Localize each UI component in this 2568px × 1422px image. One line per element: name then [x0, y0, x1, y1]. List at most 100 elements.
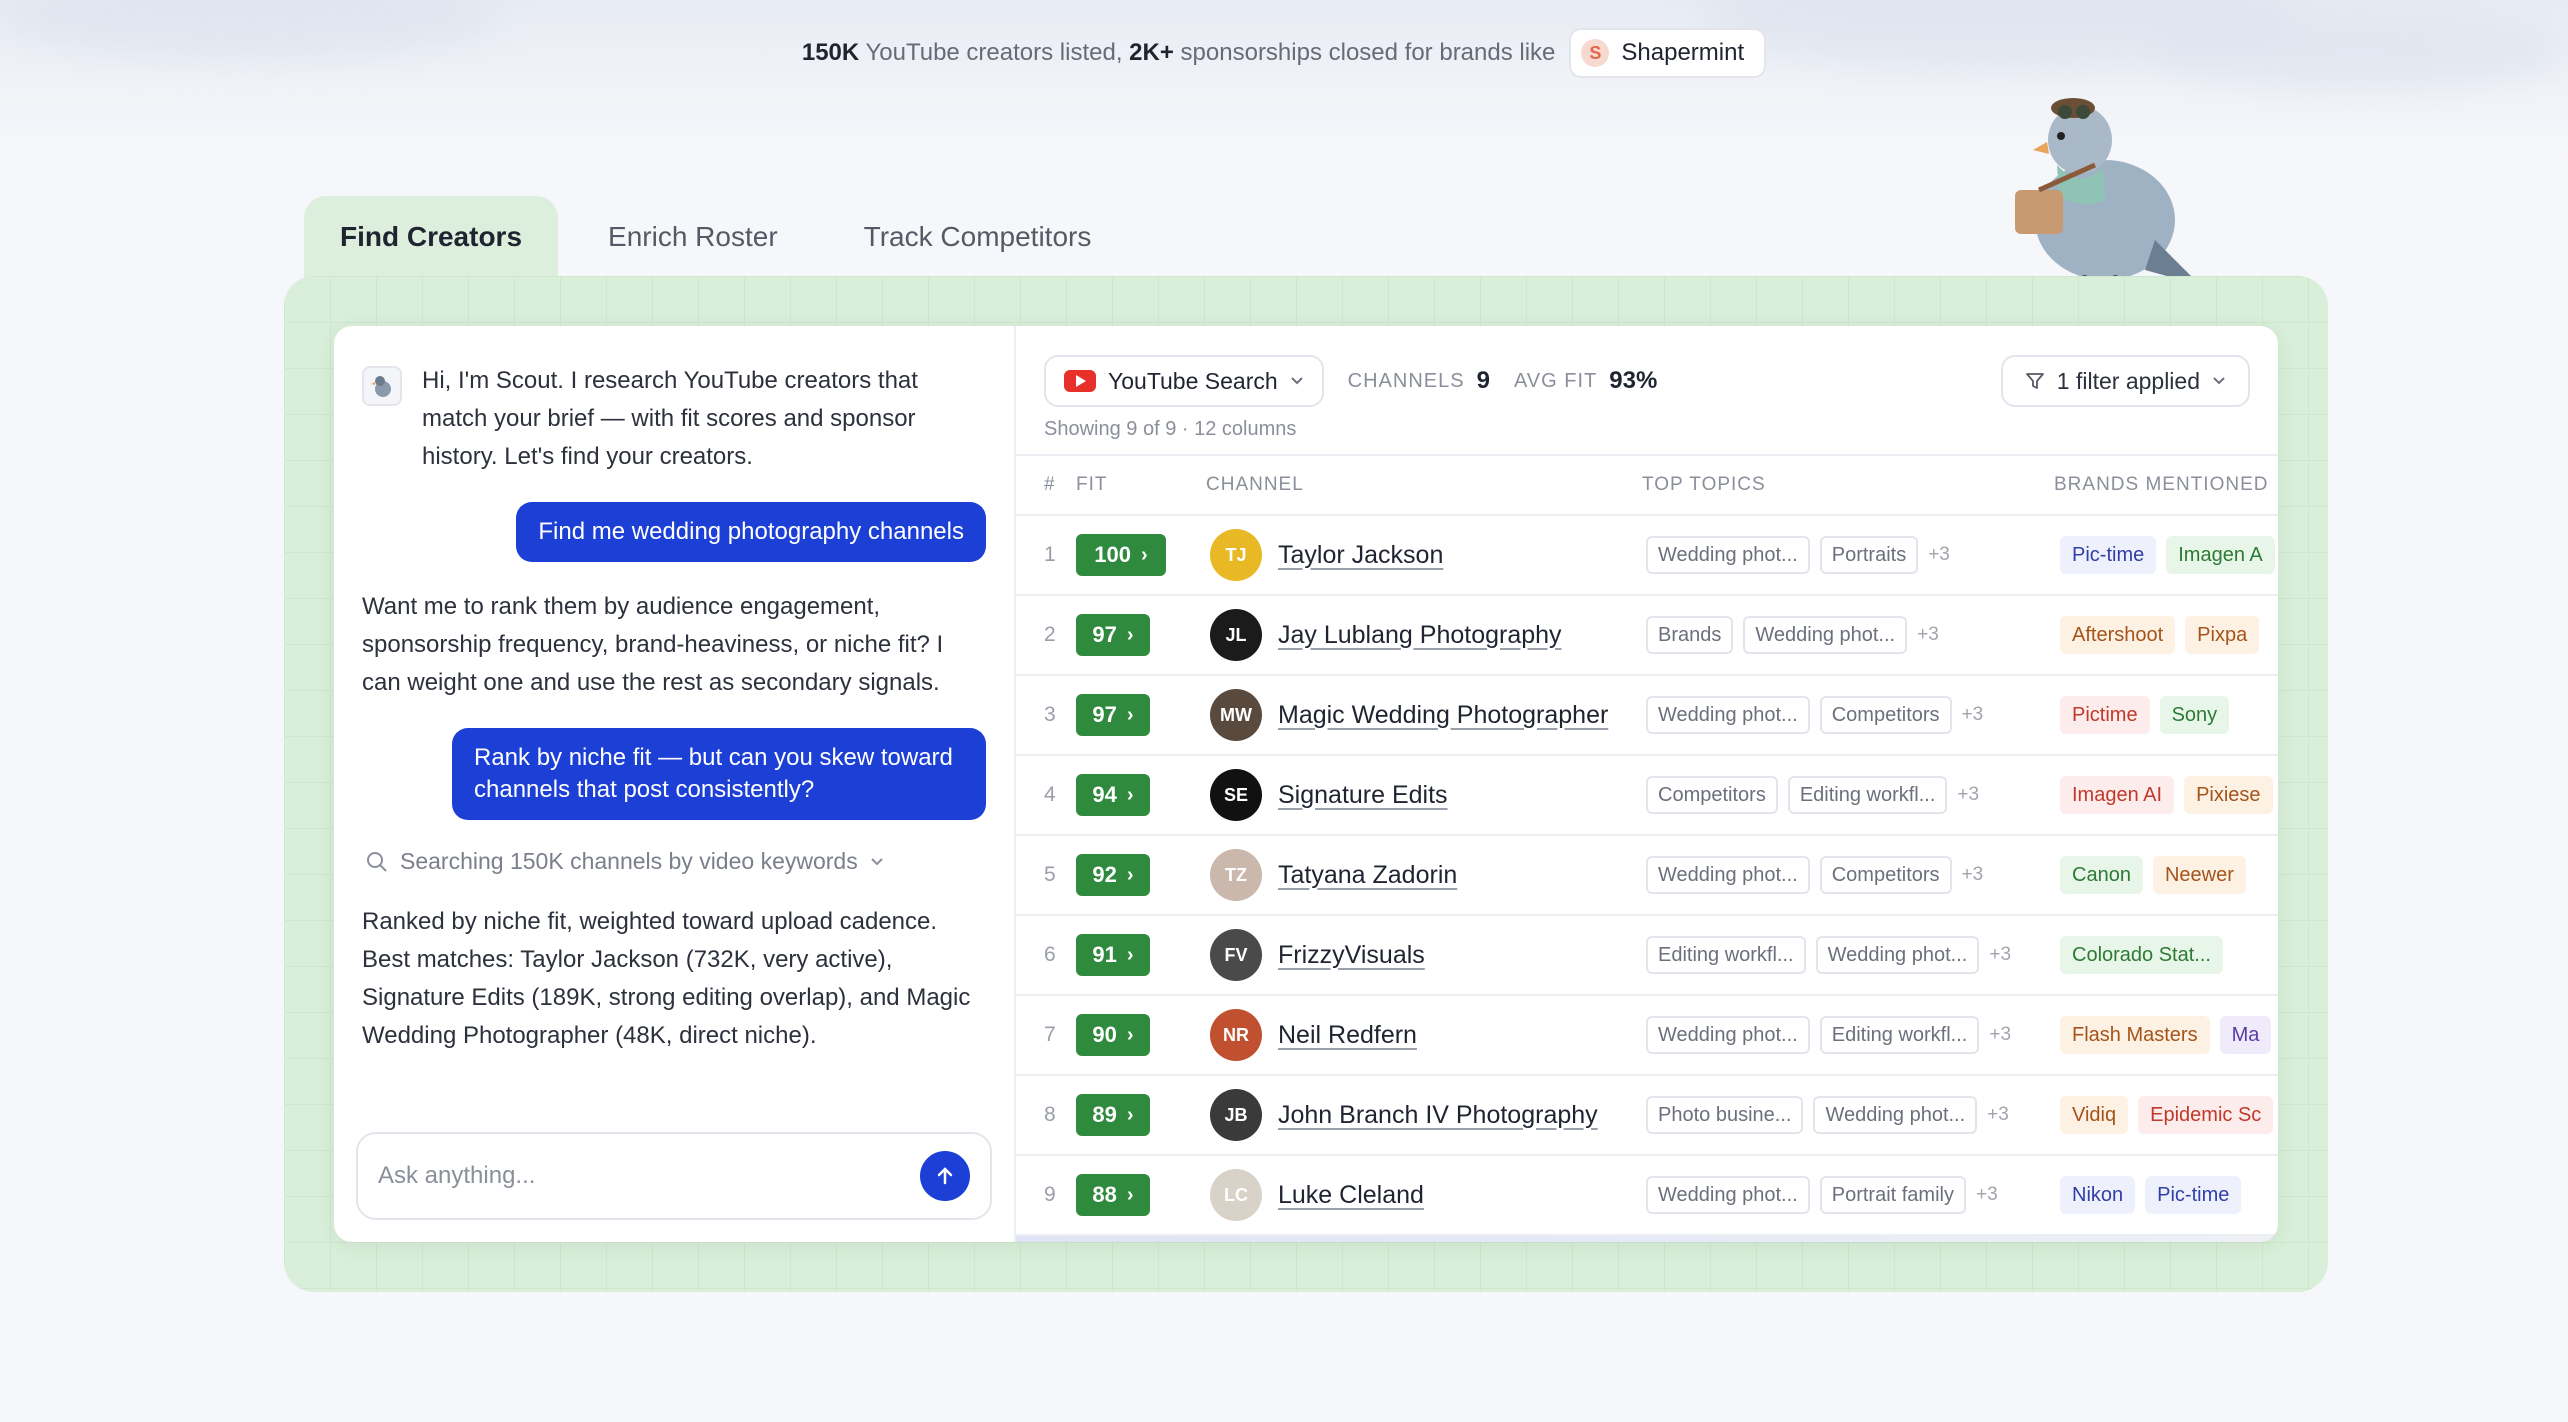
col-brands-header[interactable]: BRANDS MENTIONED	[2054, 474, 2278, 496]
send-button[interactable]	[920, 1151, 970, 1201]
topic-chip[interactable]: Wedding phot...	[1815, 936, 1980, 974]
chevron-right-icon: ›	[1126, 1103, 1134, 1126]
avatar: TZ	[1210, 849, 1262, 901]
brand-chip[interactable]: Imagen AI	[2060, 776, 2175, 814]
source-dropdown[interactable]: YouTube Search	[1044, 355, 1324, 407]
more-topics-count[interactable]: +3	[1917, 624, 1939, 646]
tab-enrich-roster[interactable]: Enrich Roster	[572, 196, 814, 278]
fit-score-badge[interactable]: 92 ›	[1076, 854, 1150, 896]
table-header: # FIT CHANNEL TOP TOPICS BRANDS MENTIONE…	[1016, 454, 2278, 516]
topics-cell: Wedding phot... Portraits +3	[1642, 536, 2054, 574]
table-row[interactable]: 4 94 › SE Signature Edits Competitors Edi…	[1016, 756, 2278, 836]
brand-chip[interactable]: Pic-time	[2145, 1176, 2242, 1214]
fit-score-badge[interactable]: 97 ›	[1076, 694, 1150, 736]
topics-cell: Wedding phot... Competitors +3	[1642, 856, 2054, 894]
chat-input[interactable]	[378, 1162, 878, 1190]
fit-score-badge[interactable]: 91 ›	[1076, 934, 1150, 976]
fit-score-badge[interactable]: 100 ›	[1076, 534, 1166, 576]
channel-name-link[interactable]: Magic Wedding Photographer	[1278, 701, 1608, 730]
brand-chip[interactable]: Pic-time	[2060, 536, 2157, 574]
more-topics-count[interactable]: +3	[1957, 784, 1979, 806]
tab-find-creators[interactable]: Find Creators	[304, 196, 559, 278]
topic-chip[interactable]: Photo busine...	[1646, 1096, 1804, 1134]
topic-chip[interactable]: Editing workfl...	[1819, 1016, 1980, 1054]
topic-chip[interactable]: Wedding phot...	[1743, 616, 1908, 654]
topic-chip[interactable]: Wedding phot...	[1646, 1176, 1810, 1214]
brand-chip[interactable]: Neewer	[2152, 856, 2246, 894]
fit-score-badge[interactable]: 94 ›	[1076, 774, 1150, 816]
table-row[interactable]: 3 97 › MW Magic Wedding Photographer Wed…	[1016, 676, 2278, 756]
channel-name-link[interactable]: Signature Edits	[1278, 781, 1448, 810]
scroll-indicator[interactable]	[1016, 1236, 2278, 1242]
chevron-down-icon	[1290, 377, 1303, 385]
brand-chip[interactable]: Ma	[2219, 1016, 2272, 1054]
fit-score-badge[interactable]: 90 ›	[1076, 1014, 1150, 1056]
table-row[interactable]: 9 88 › LC Luke Cleland Wedding phot... Po…	[1016, 1156, 2278, 1236]
results-toolbar: YouTube Search CHANNELS 9 AVG FIT 93% 1 …	[1016, 342, 2278, 420]
col-channel-header[interactable]: CHANNEL	[1206, 474, 1642, 496]
more-topics-count[interactable]: +3	[1962, 704, 1984, 726]
fit-cell: 91 ›	[1076, 934, 1206, 976]
col-fit-header[interactable]: FIT	[1076, 474, 1206, 496]
table-row[interactable]: 2 97 › JL Jay Lublang Photography Brands…	[1016, 596, 2278, 676]
brand-chip[interactable]: Nikon	[2060, 1176, 2136, 1214]
brand-chip[interactable]: Vidiq	[2060, 1096, 2129, 1134]
channel-name-link[interactable]: Luke Cleland	[1278, 1181, 1424, 1210]
topic-chip[interactable]: Wedding phot...	[1813, 1096, 1978, 1134]
more-topics-count[interactable]: +3	[1989, 1024, 2011, 1046]
avatar: LC	[1210, 1169, 1262, 1221]
brand-chip[interactable]: Pixpa	[2185, 616, 2260, 654]
brand-chip[interactable]: Imagen A	[2166, 536, 2275, 574]
col-topics-header[interactable]: TOP TOPICS	[1642, 474, 2054, 496]
fit-score-badge[interactable]: 97 ›	[1076, 614, 1150, 656]
table-row[interactable]: 6 91 › FV FrizzyVisuals Editing workfl..…	[1016, 916, 2278, 996]
table-row[interactable]: 5 92 › TZ Tatyana Zadorin Wedding phot..…	[1016, 836, 2278, 916]
topic-chip[interactable]: Wedding phot...	[1646, 696, 1810, 734]
youtube-icon	[1064, 370, 1096, 392]
fit-score-badge[interactable]: 88 ›	[1076, 1174, 1150, 1216]
brand-chip[interactable]: Colorado Stat...	[2060, 936, 2223, 974]
brand-chip[interactable]: Flash Masters	[2060, 1016, 2210, 1054]
topic-chip[interactable]: Wedding phot...	[1646, 1016, 1810, 1054]
topic-chip[interactable]: Portraits	[1819, 536, 1919, 574]
brand-chip[interactable]: Aftershoot	[2060, 616, 2176, 654]
col-rank-header[interactable]: #	[1016, 474, 1076, 496]
topic-chip[interactable]: Editing workfl...	[1787, 776, 1948, 814]
more-topics-count[interactable]: +3	[1987, 1104, 2009, 1126]
topic-chip[interactable]: Competitors	[1819, 856, 1952, 894]
fit-score-badge[interactable]: 89 ›	[1076, 1094, 1150, 1136]
more-topics-count[interactable]: +3	[1976, 1184, 1998, 1206]
table-row[interactable]: 7 90 › NR Neil Redfern Wedding phot... Ed…	[1016, 996, 2278, 1076]
channel-name-link[interactable]: Jay Lublang Photography	[1278, 621, 1562, 650]
brand-chip[interactable]: Pictime	[2060, 696, 2150, 734]
brand-chip[interactable]: Pixiese	[2184, 776, 2273, 814]
more-topics-count[interactable]: +3	[1962, 864, 1984, 886]
topic-chip[interactable]: Wedding phot...	[1646, 536, 1810, 574]
channel-name-link[interactable]: John Branch IV Photography	[1278, 1101, 1598, 1130]
table-row[interactable]: 1 100 › TJ Taylor Jackson Wedding phot..…	[1016, 516, 2278, 596]
topic-chip[interactable]: Competitors	[1646, 776, 1778, 814]
avatar: MW	[1210, 689, 1262, 741]
brand-chip[interactable]: Sony	[2159, 696, 2230, 734]
mode-tabs: Find Creators Enrich Roster Track Compet…	[304, 196, 1127, 278]
topic-chip[interactable]: Wedding phot...	[1646, 856, 1810, 894]
brand-pill-shapermint[interactable]: S Shapermint	[1569, 28, 1767, 78]
tab-track-competitors[interactable]: Track Competitors	[828, 196, 1128, 278]
more-topics-count[interactable]: +3	[1989, 944, 2011, 966]
topic-chip[interactable]: Editing workfl...	[1646, 936, 1806, 974]
more-topics-count[interactable]: +3	[1928, 544, 1950, 566]
filter-button[interactable]: 1 filter applied	[2000, 355, 2250, 407]
table-row[interactable]: 8 89 › JB John Branch IV Photography Pho…	[1016, 1076, 2278, 1156]
brand-chip[interactable]: Epidemic Sc	[2138, 1096, 2274, 1134]
channel-name-link[interactable]: Neil Redfern	[1278, 1021, 1417, 1050]
brands-cell: Pictime Sony	[2054, 696, 2278, 734]
brands-cell: Flash Masters Ma	[2054, 1016, 2278, 1054]
topic-chip[interactable]: Portrait family	[1819, 1176, 1966, 1214]
channel-name-link[interactable]: FrizzyVisuals	[1278, 941, 1425, 970]
channel-name-link[interactable]: Tatyana Zadorin	[1278, 861, 1457, 890]
topic-chip[interactable]: Brands	[1646, 616, 1734, 654]
search-status[interactable]: Searching 150K channels by video keyword…	[366, 848, 986, 875]
topic-chip[interactable]: Competitors	[1819, 696, 1952, 734]
brand-chip[interactable]: Canon	[2060, 856, 2143, 894]
channel-name-link[interactable]: Taylor Jackson	[1278, 541, 1443, 570]
